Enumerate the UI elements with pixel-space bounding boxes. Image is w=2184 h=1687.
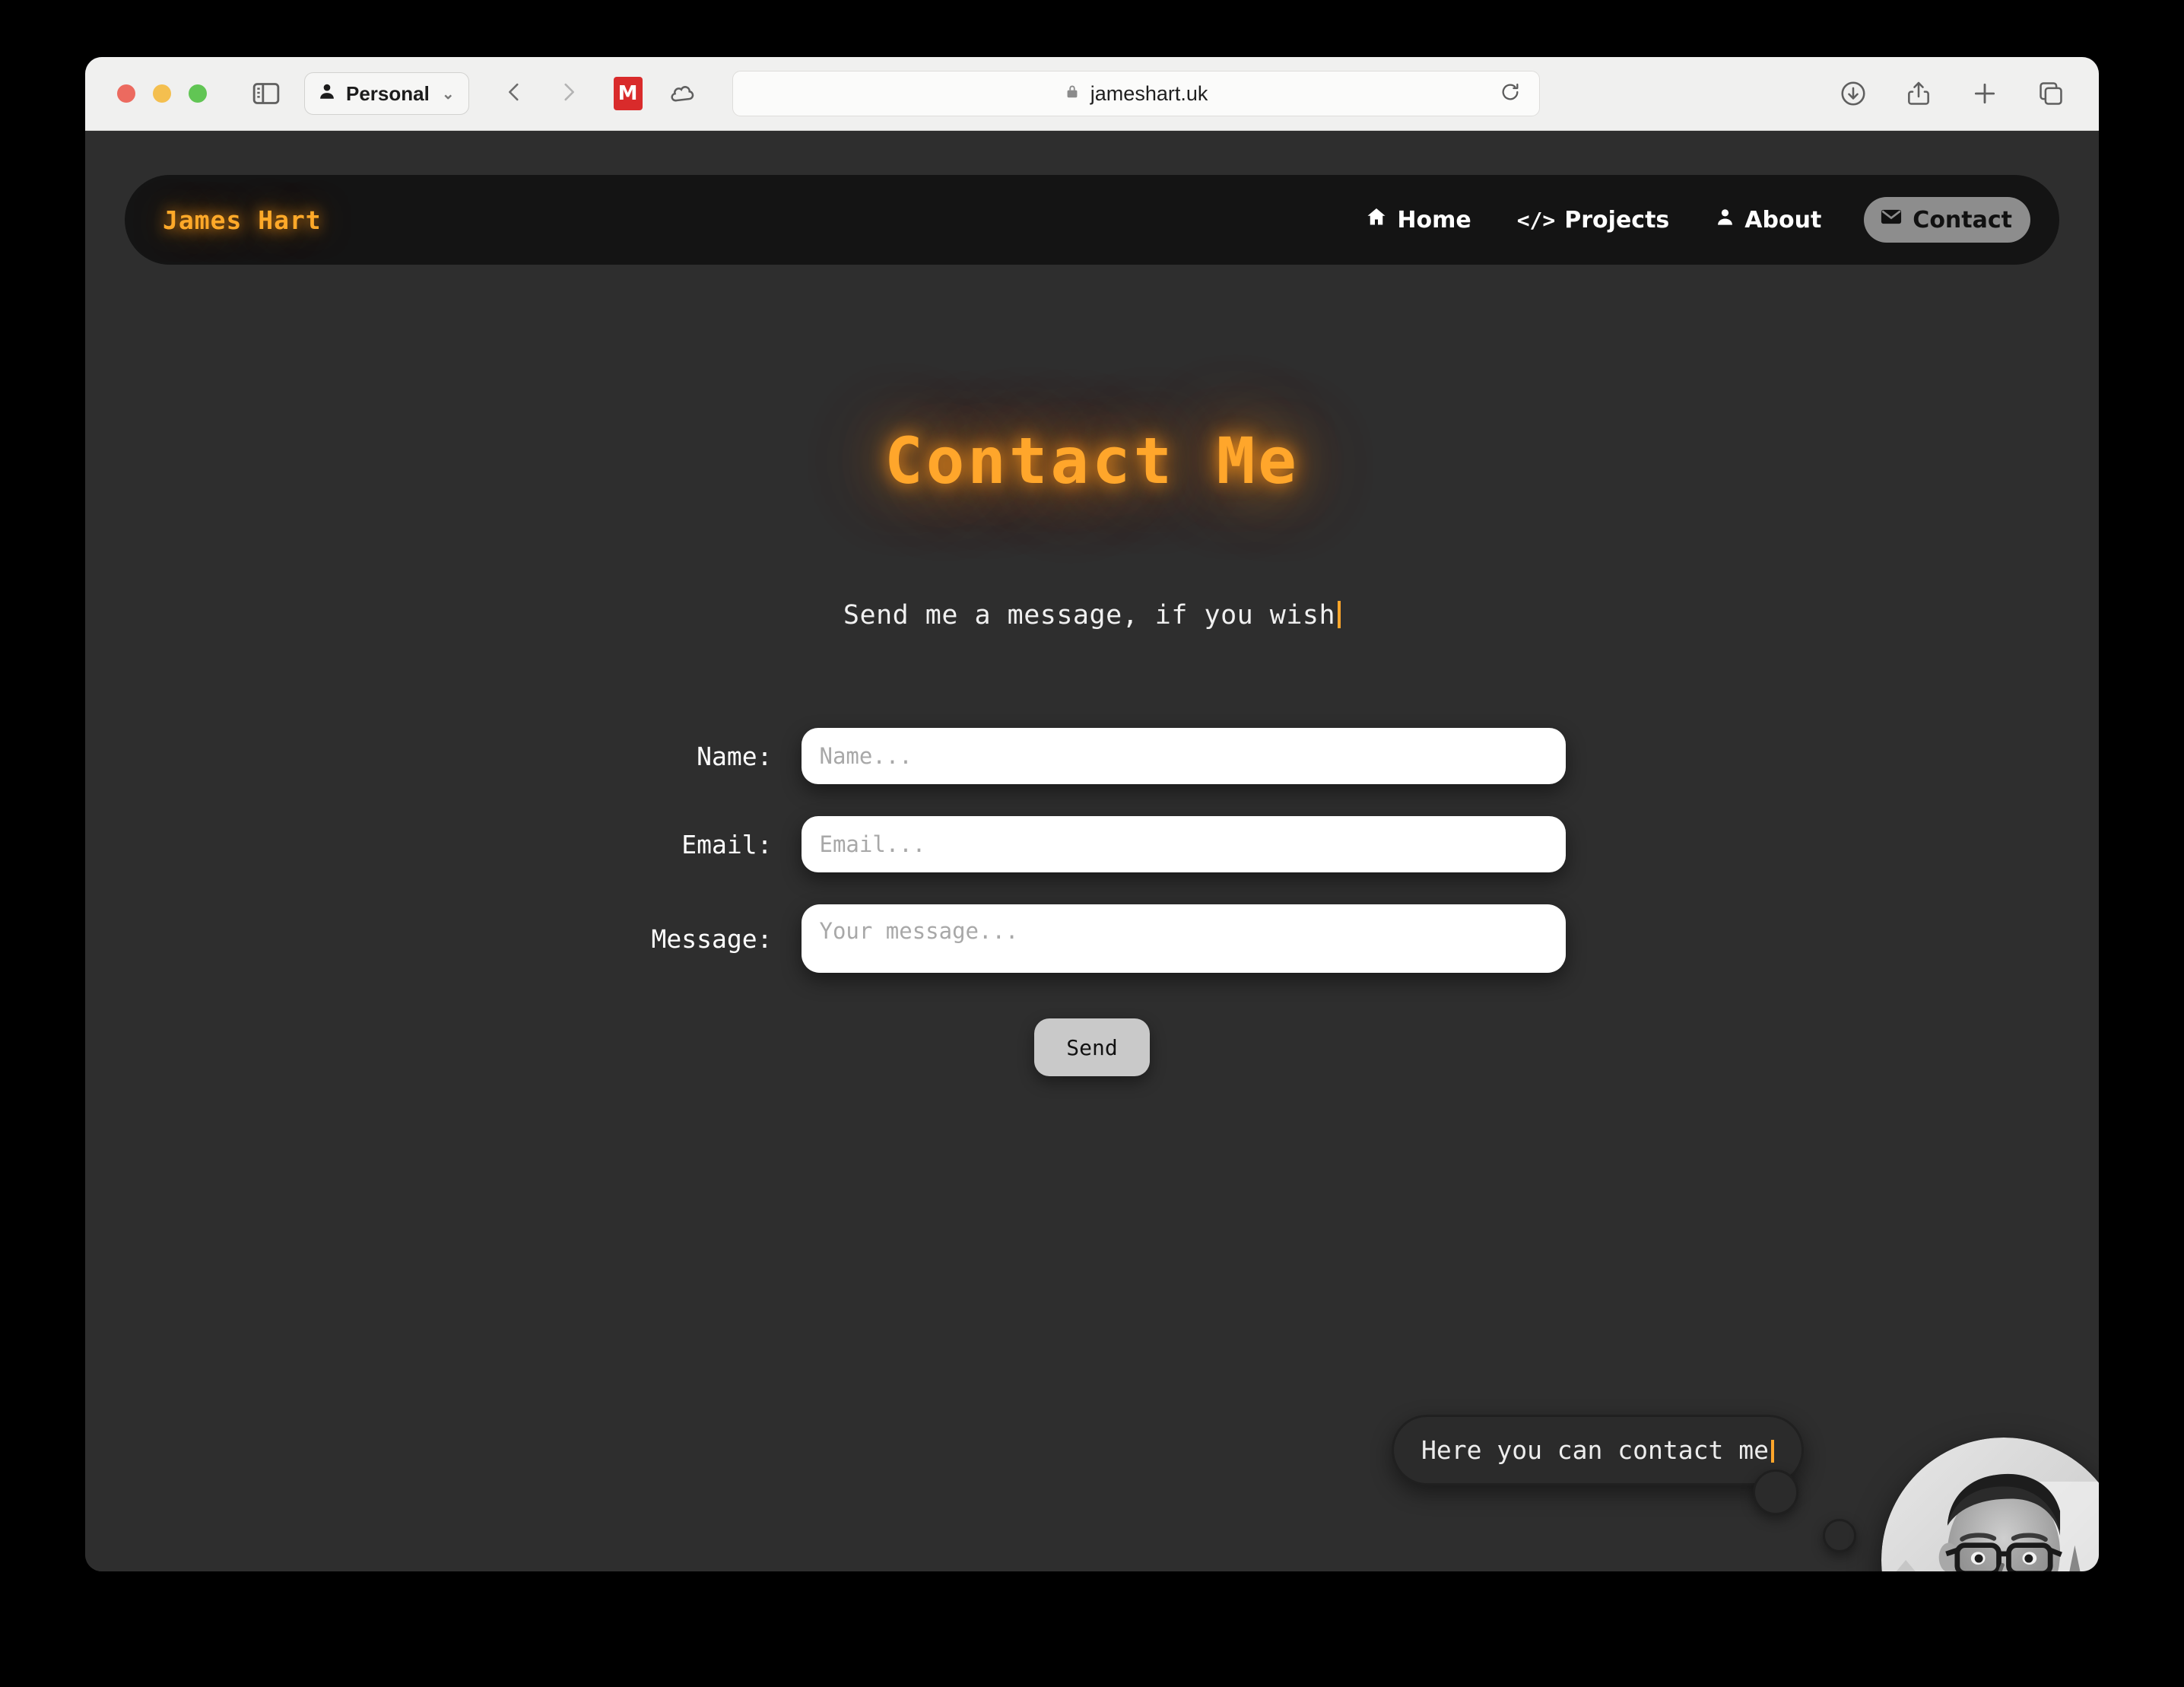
assistant-bubble-text-wrap: Here you can contact me: [1421, 1435, 1774, 1465]
contact-form: Name: Name... Email: Email... Message: Y…: [85, 728, 2099, 1076]
nav-label-projects: Projects: [1564, 206, 1670, 234]
chevron-down-icon: ⌄: [441, 85, 455, 103]
envelope-icon: [1879, 205, 1903, 235]
sidebar-toggle-icon[interactable]: [251, 78, 281, 109]
page-title: Contact Me: [884, 424, 1300, 498]
person-icon: [317, 81, 337, 106]
url-label: jameshart.uk: [1090, 81, 1208, 105]
nav-item-contact[interactable]: Contact: [1864, 197, 2030, 243]
browser-window: Personal ⌄ M jameshart.uk James Hart Hom…: [85, 57, 2099, 1571]
lock-icon: [1064, 82, 1081, 106]
nav-item-about[interactable]: About: [1712, 202, 1824, 238]
home-icon: [1365, 205, 1388, 234]
browser-toolbar: Personal ⌄ M jameshart.uk: [85, 57, 2099, 131]
form-row-email: Email: Email...: [85, 816, 2099, 872]
page-subtitle-text: Send me a message, if you wish: [843, 600, 1336, 631]
reload-icon[interactable]: [1498, 80, 1522, 107]
downloads-icon[interactable]: [1839, 79, 1868, 108]
site-brand[interactable]: James Hart: [163, 205, 322, 235]
assistant-bubble-text: Here you can contact me: [1421, 1435, 1769, 1465]
plus-icon[interactable]: [1970, 78, 2000, 109]
page-content: James Hart Home </> Projects About Conta…: [85, 131, 2099, 1571]
nav-label-about: About: [1744, 206, 1822, 234]
forward-arrow-icon[interactable]: [556, 79, 582, 108]
email-input[interactable]: Email...: [801, 816, 1566, 872]
close-window-button[interactable]: [117, 84, 135, 103]
back-arrow-icon[interactable]: [501, 79, 527, 108]
navigation-arrows: [501, 79, 582, 108]
email-label: Email:: [681, 829, 773, 859]
mendeley-extension-icon[interactable]: M: [613, 77, 643, 110]
message-placeholder: Your message...: [819, 918, 1019, 944]
page-subtitle: Send me a message, if you wish: [85, 600, 2099, 631]
share-icon[interactable]: [1904, 79, 1933, 108]
message-label: Message:: [651, 923, 773, 954]
send-button[interactable]: Send: [1034, 1018, 1150, 1076]
form-row-name: Name: Name...: [85, 728, 2099, 784]
send-button-wrap: Send: [85, 1018, 2099, 1076]
site-navbar: James Hart Home </> Projects About Conta…: [125, 175, 2059, 265]
typing-caret: [1338, 601, 1341, 628]
extension-icons: M: [613, 77, 697, 110]
bubble-typing-caret: [1770, 1440, 1774, 1463]
tab-overview-icon[interactable]: [2036, 79, 2065, 108]
nav-item-projects[interactable]: </> Projects: [1514, 202, 1673, 238]
minimize-window-button[interactable]: [153, 84, 171, 103]
bubble-dot-small: [1823, 1519, 1856, 1552]
nav-label-home: Home: [1397, 206, 1471, 234]
profile-switcher-button[interactable]: Personal ⌄: [304, 72, 469, 115]
message-input[interactable]: Your message...: [801, 904, 1566, 973]
url-text-group: jameshart.uk: [1064, 82, 1208, 106]
toolbar-right-actions: [1839, 78, 2065, 109]
email-placeholder: Email...: [819, 831, 926, 857]
window-controls: [117, 84, 207, 103]
person-icon: [1715, 207, 1735, 234]
name-label: Name:: [697, 741, 773, 771]
bubble-dot-large: [1753, 1469, 1798, 1515]
cloud-extension-icon[interactable]: [668, 79, 697, 108]
nav-label-contact: Contact: [1913, 206, 2012, 234]
code-icon: </>: [1516, 207, 1556, 233]
zoom-window-button[interactable]: [189, 84, 207, 103]
nav-item-home[interactable]: Home: [1362, 201, 1474, 239]
name-input[interactable]: Name...: [801, 728, 1566, 784]
assistant-bubble: Here you can contact me: [1392, 1415, 1804, 1485]
address-bar[interactable]: jameshart.uk: [732, 71, 1540, 116]
name-placeholder: Name...: [819, 743, 913, 769]
avatar[interactable]: [1881, 1438, 2099, 1571]
profile-label: Personal: [346, 81, 430, 105]
site-nav-links: Home </> Projects About Contact: [1362, 197, 2030, 243]
avatar-portrait-illustration: [1881, 1438, 2099, 1571]
form-row-message: Message: Your message...: [85, 904, 2099, 973]
